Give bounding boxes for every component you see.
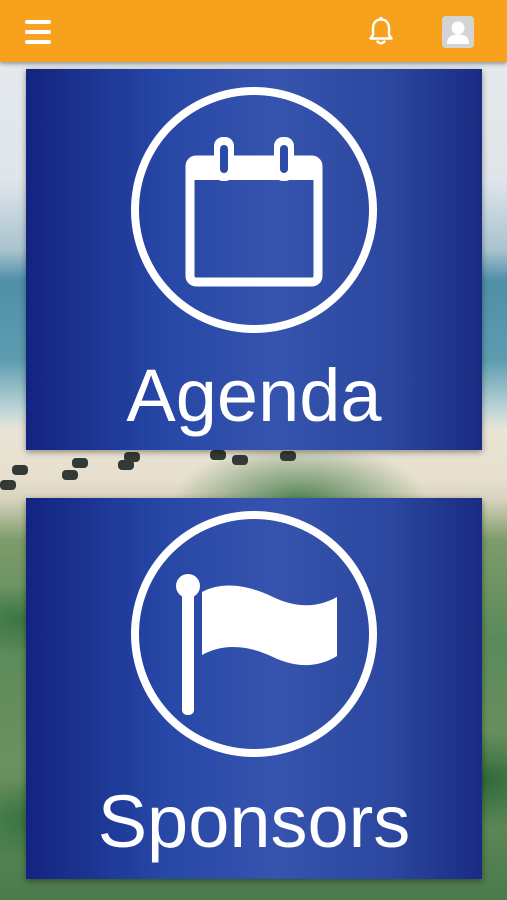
hamburger-menu-icon-line bbox=[25, 30, 51, 34]
hamburger-menu-icon bbox=[25, 20, 51, 24]
user-avatar-icon bbox=[447, 21, 469, 44]
beach-umbrella bbox=[232, 455, 248, 465]
flag-icon bbox=[131, 511, 377, 757]
agenda-label: Agenda bbox=[126, 354, 382, 437]
beach-umbrella bbox=[62, 470, 78, 480]
profile-button[interactable] bbox=[442, 16, 474, 48]
beach-umbrella bbox=[72, 458, 88, 468]
beach-umbrella bbox=[12, 465, 28, 475]
sponsors-tile[interactable]: Sponsors bbox=[26, 498, 482, 879]
top-app-bar bbox=[0, 0, 507, 62]
agenda-tile[interactable]: Agenda bbox=[26, 69, 482, 450]
menu-button[interactable] bbox=[20, 18, 56, 46]
sponsors-label: Sponsors bbox=[97, 780, 411, 863]
beach-umbrella bbox=[210, 450, 226, 460]
beach-umbrella bbox=[124, 452, 140, 462]
bell-icon bbox=[369, 16, 393, 45]
beach-umbrella bbox=[0, 480, 16, 490]
calendar-icon bbox=[131, 87, 377, 333]
hamburger-menu-icon-line bbox=[25, 40, 51, 44]
notifications-button[interactable] bbox=[364, 14, 398, 48]
beach-umbrella bbox=[280, 451, 296, 461]
